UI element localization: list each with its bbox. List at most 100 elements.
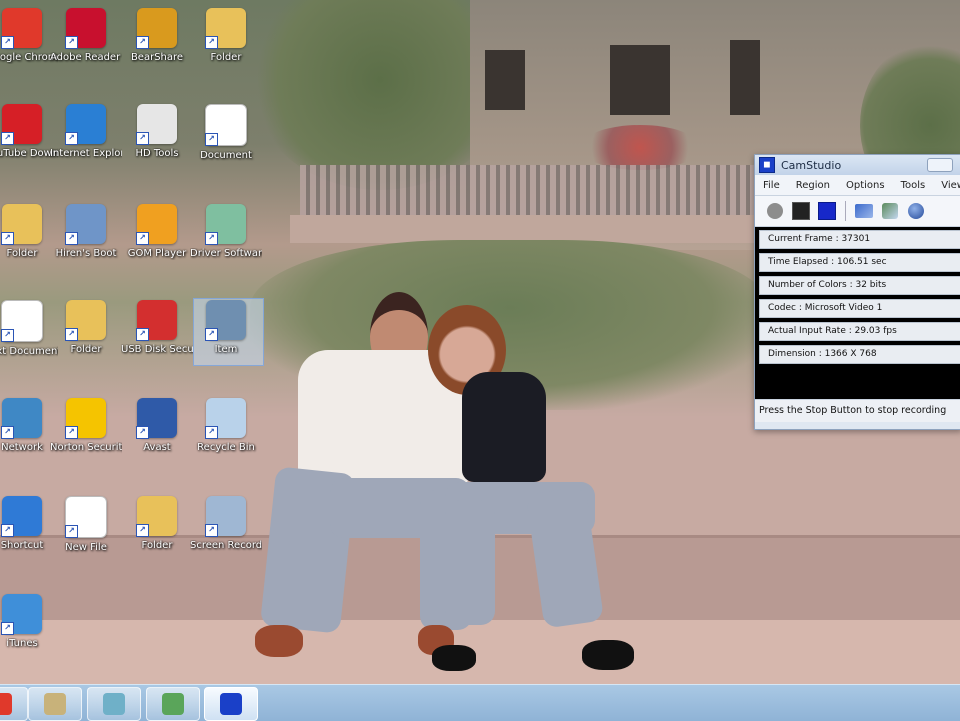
- desktop-icon-norton[interactable]: ↗ Norton Security Scan: [50, 398, 122, 454]
- shortcut-arrow-icon: ↗: [205, 524, 218, 537]
- desktop-icon-itunes[interactable]: ↗ iTunes: [0, 594, 58, 650]
- blank-file-icon: ↗: [65, 496, 107, 538]
- shortcut-arrow-icon: ↗: [65, 132, 78, 145]
- desktop-icon-label: Hiren's Boot: [55, 248, 117, 259]
- desktop-icon-label: Folder: [141, 540, 173, 551]
- menu-options[interactable]: Options: [846, 180, 885, 191]
- usb-disk-security-icon: ↗: [136, 300, 177, 341]
- record-button[interactable]: [765, 201, 785, 221]
- wallpaper-ledge: [290, 215, 770, 243]
- selected-file-icon: ↗: [205, 300, 246, 341]
- desktop-icon-internet-explorer[interactable]: ↗ Internet Explorer: [50, 104, 122, 160]
- shortcut-arrow-icon: ↗: [205, 328, 218, 341]
- desktop-icon-label: Adobe Reader 9: [50, 52, 122, 63]
- shortcut-arrow-icon: ↗: [136, 132, 149, 145]
- shortcut-arrow-icon: ↗: [136, 426, 149, 439]
- shortcut-arrow-icon: ↗: [205, 36, 218, 49]
- desktop-icon-hiren-boot[interactable]: ↗ Hiren's Boot: [50, 204, 122, 260]
- desktop-icon-label: Norton Security Scan: [50, 442, 122, 453]
- wallpaper-flowers: [580, 125, 700, 170]
- desktop-icon-label: Avast: [143, 442, 171, 453]
- desktop-icon-usb-disk-security[interactable]: ↗ USB Disk Security: [121, 300, 193, 356]
- desktop-icon-label: Document: [200, 150, 252, 161]
- desktop-icon-label: Driver Software: [190, 248, 262, 259]
- record-icon: [767, 203, 783, 219]
- stat-current-frame: Current Frame : 37301: [759, 230, 960, 249]
- taskbar-paint[interactable]: [28, 687, 82, 721]
- bearshare-icon: ↗: [136, 8, 177, 49]
- taskbar-camstudio[interactable]: [204, 687, 258, 721]
- desktop-icon-selected-item[interactable]: ↗ Item: [190, 300, 262, 356]
- desktop-icon-blank-file[interactable]: ↗ New File: [50, 496, 122, 554]
- desktop-icon-driver-software[interactable]: ↗ Driver Software: [190, 204, 262, 260]
- hd-tools-icon: ↗: [136, 104, 177, 145]
- shortcut-arrow-icon: ↗: [1, 426, 14, 439]
- wallpaper-person-man-shoe: [255, 625, 303, 657]
- stat-dimension: Dimension : 1366 X 768: [759, 345, 960, 364]
- shortcut-arrow-icon: ↗: [65, 328, 78, 341]
- minimize-button[interactable]: [927, 158, 953, 172]
- menu-file[interactable]: File: [763, 180, 780, 191]
- avast-icon: ↗: [136, 398, 177, 439]
- taskbar-explorer[interactable]: [87, 687, 141, 721]
- desktop-icon-recycle-bin[interactable]: ↗ Recycle Bin: [190, 398, 262, 454]
- shortcut-arrow-icon: ↗: [1, 622, 14, 635]
- desktop-icon-folder-3[interactable]: ↗ Folder: [50, 300, 122, 356]
- youtube-icon: ↗: [1, 104, 42, 145]
- desktop-icon-label: GOM Player: [127, 248, 187, 259]
- adobe-reader-icon: ↗: [65, 8, 106, 49]
- menu-view[interactable]: View: [941, 180, 960, 191]
- wallpaper-person-woman-top: [462, 372, 546, 482]
- stop-button[interactable]: [817, 201, 837, 221]
- shortcut-arrow-icon: ↗: [1, 232, 14, 245]
- desktop-icon-label: New File: [65, 542, 107, 553]
- desktop-icon-folder-4[interactable]: ↗ Folder: [121, 496, 193, 552]
- desktop-icon-hd-tools[interactable]: ↗ HD Tools: [121, 104, 193, 160]
- desktop-icon-bearshare[interactable]: ↗ BearShare: [121, 8, 193, 64]
- desktop-icon-adobe-reader[interactable]: ↗ Adobe Reader 9: [50, 8, 122, 64]
- folder-icon: ↗: [65, 300, 106, 341]
- shortcut-arrow-icon: ↗: [1, 496, 42, 537]
- cursor-button[interactable]: [880, 201, 900, 221]
- desktop-icon-label: HD Tools: [135, 148, 179, 159]
- wallpaper-person-woman-shoe: [432, 645, 476, 671]
- shortcut-arrow-icon: ↗: [205, 426, 218, 439]
- menu-tools[interactable]: Tools: [901, 180, 926, 191]
- camstudio-window[interactable]: ◼ CamStudio File Region Options Tools Vi…: [754, 154, 960, 430]
- hiren-boot-icon: ↗: [65, 204, 106, 245]
- desktop-icon-recording[interactable]: ↗ Screen Recorder: [190, 496, 262, 552]
- shortcut-arrow-icon: ↗: [136, 328, 149, 341]
- camstudio-title: CamStudio: [781, 158, 842, 172]
- stat-time-elapsed: Time Elapsed : 106.51 sec: [759, 253, 960, 272]
- taskbar-chrome[interactable]: [0, 687, 28, 721]
- camstudio-titlebar[interactable]: ◼ CamStudio: [755, 155, 960, 175]
- taskbar-network[interactable]: [146, 687, 200, 721]
- desktop-icon-folder-1[interactable]: ↗ Folder: [190, 8, 262, 64]
- shortcut-arrow-icon: ↗: [65, 36, 78, 49]
- menu-region[interactable]: Region: [796, 180, 830, 191]
- pause-button[interactable]: [791, 201, 811, 221]
- region-icon: [855, 204, 873, 218]
- folder-icon: ↗: [136, 496, 177, 537]
- desktop-icon-label: Folder: [70, 344, 102, 355]
- network-icon: [162, 693, 184, 715]
- gom-player-icon: ↗: [136, 204, 177, 245]
- internet-explorer-icon: ↗: [65, 104, 106, 145]
- shortcut-arrow-icon: ↗: [136, 524, 149, 537]
- stat-codec: Codec : Microsoft Video 1: [759, 299, 960, 318]
- shortcut-arrow-icon: ↗: [1, 524, 14, 537]
- recorder-icon: ↗: [205, 496, 246, 537]
- region-button[interactable]: [854, 201, 874, 221]
- desktop-icon-gom-player[interactable]: ↗ GOM Player: [121, 204, 193, 260]
- shortcut-arrow-icon: ↗: [1, 329, 14, 342]
- camstudio-menubar: File Region Options Tools View: [755, 175, 960, 196]
- web-button[interactable]: [906, 201, 926, 221]
- shortcut-arrow-icon: ↗: [1, 132, 14, 145]
- desktop-icon-document-1[interactable]: ↗ Document: [190, 104, 262, 162]
- desktop-icon-label: Internet Explorer: [50, 148, 122, 159]
- shortcut-arrow-icon: ↗: [205, 133, 218, 146]
- desktop-icon-label: USB Disk Security: [121, 344, 193, 355]
- desktop-icon-avast[interactable]: ↗ Avast: [121, 398, 193, 454]
- shortcut-arrow-icon: ↗: [1, 36, 14, 49]
- shortcut-arrow-icon: ↗: [205, 232, 218, 245]
